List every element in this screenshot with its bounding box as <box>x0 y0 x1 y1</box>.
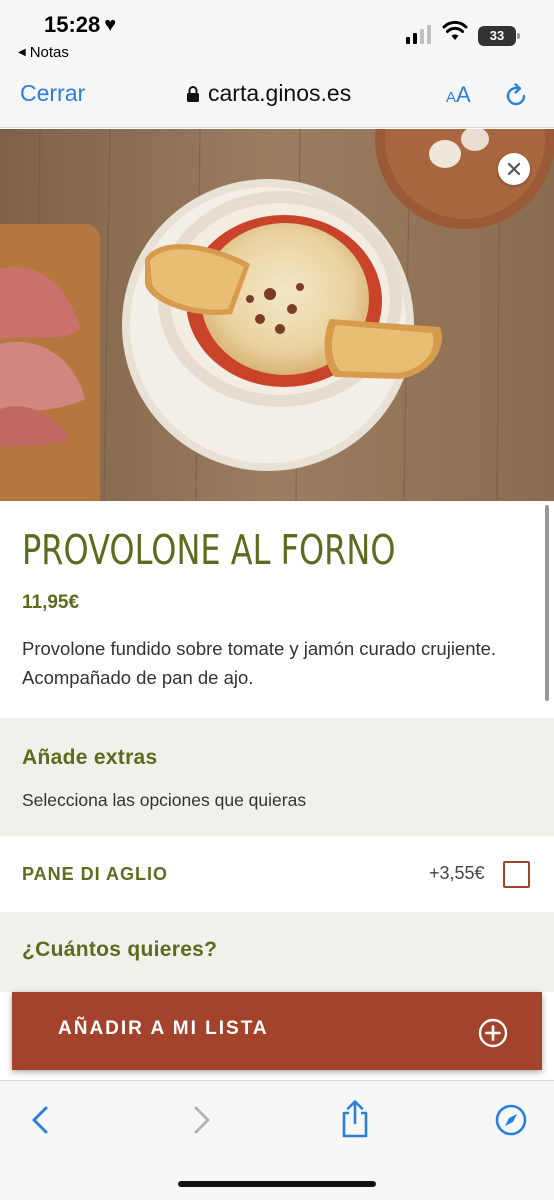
close-browser-button[interactable]: Cerrar <box>20 80 85 107</box>
cellular-signal-icon <box>406 22 431 44</box>
close-icon <box>507 162 521 176</box>
product-photo <box>0 129 554 501</box>
home-indicator[interactable] <box>178 1181 376 1187</box>
extra-option-checkbox[interactable] <box>503 861 530 888</box>
address-bar[interactable]: carta.ginos.es <box>186 80 351 107</box>
back-triangle-icon: ◀ <box>18 47 26 58</box>
status-bar: 15:28 ♥ ◀ Notas 33 <box>0 0 554 68</box>
quantity-title: ¿Cuántos quieres? <box>22 938 218 961</box>
extra-option-name: PANE DI AGLIO <box>22 864 169 884</box>
browser-toolbar: Cerrar carta.ginos.es AA <box>0 68 554 128</box>
text-size-button[interactable]: AA <box>446 82 471 108</box>
close-product-button[interactable] <box>498 153 530 185</box>
extra-option-price: +3,55€ <box>429 863 485 883</box>
product-title: PROVOLONE AL FORNO <box>22 526 396 574</box>
product-price: 11,95€ <box>22 592 80 613</box>
reload-icon[interactable] <box>502 82 530 110</box>
time-text: 15:28 <box>44 12 101 37</box>
extras-section: Añade extras Selecciona las opciones que… <box>0 718 554 836</box>
text-size-large-label: A <box>456 82 471 107</box>
url-text: carta.ginos.es <box>208 80 352 106</box>
battery-level: 33 <box>489 28 505 43</box>
product-description: Provolone fundido sobre tomate y jamón c… <box>22 638 497 688</box>
extra-option-row[interactable]: PANE DI AGLIO +3,55€ <box>0 836 554 912</box>
page: 15:28 ♥ ◀ Notas 33 Cerrar carta.ginos.es <box>0 0 554 1200</box>
compass-icon[interactable] <box>494 1103 528 1137</box>
quantity-section: ¿Cuántos quieres? <box>0 912 554 992</box>
extras-title: Añade extras <box>22 746 158 769</box>
extras-subtitle: Selecciona las opciones que quieras <box>22 790 307 810</box>
share-icon[interactable] <box>338 1099 372 1139</box>
back-app-label: Notas <box>29 44 69 61</box>
add-to-list-button[interactable]: AÑADIR A MI LISTA <box>12 992 542 1070</box>
status-time: 15:28 ♥ <box>44 12 116 38</box>
lock-icon <box>187 85 199 102</box>
forward-arrow-icon[interactable] <box>184 1103 218 1137</box>
wifi-icon <box>442 20 468 40</box>
heart-icon: ♥ <box>104 13 117 36</box>
plus-circle-icon <box>478 1018 508 1048</box>
text-size-small-label: A <box>446 89 457 106</box>
back-to-app-link[interactable]: ◀ Notas <box>18 44 69 61</box>
battery-icon: 33 <box>478 26 520 46</box>
add-to-list-label: AÑADIR A MI LISTA <box>58 1018 269 1039</box>
back-arrow-icon[interactable] <box>24 1103 58 1137</box>
scrollbar[interactable] <box>545 505 549 701</box>
